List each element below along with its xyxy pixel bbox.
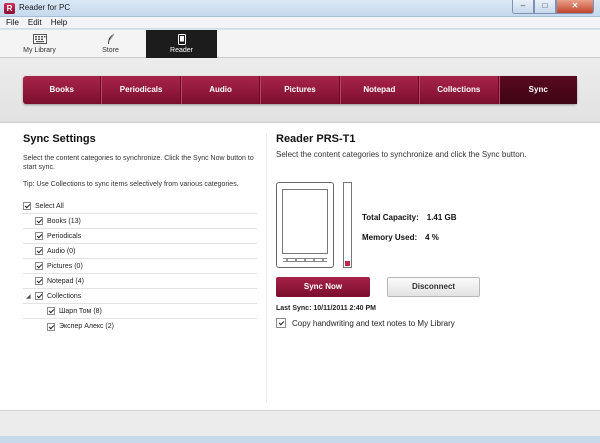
periodicals-checkbox[interactable] [35, 232, 43, 240]
list-item-audio[interactable]: Audio (0) [23, 244, 257, 259]
last-sync-time: Last Sync: 10/11/2011 2:40 PM [276, 305, 377, 312]
main-content: Books Periodicals Audio Pictures Notepad… [0, 58, 600, 410]
status-bar [0, 410, 600, 436]
collections-checkbox[interactable] [35, 292, 43, 300]
memory-usage-fill [345, 260, 350, 266]
list-item-collections[interactable]: ◢ Collections [23, 289, 257, 304]
copy-notes-option[interactable]: Copy handwriting and text notes to My Li… [276, 318, 455, 328]
category-band: Books Periodicals Audio Pictures Notepad… [0, 58, 600, 123]
total-capacity-value: 1.41 GB [426, 213, 457, 222]
tab-reader-label: Reader [170, 47, 193, 54]
menu-edit[interactable]: Edit [28, 18, 42, 27]
tab-reader[interactable]: Reader [146, 30, 217, 58]
list-item-select-all[interactable]: Select All [23, 199, 257, 214]
category-pictures[interactable]: Pictures [260, 76, 340, 104]
category-bar: Books Periodicals Audio Pictures Notepad… [23, 76, 577, 104]
audio-checkbox[interactable] [35, 247, 43, 255]
store-feather-icon [75, 34, 146, 45]
menu-bar: File Edit Help [0, 17, 600, 29]
library-keyboard-icon [4, 34, 75, 45]
copy-notes-label: Copy handwriting and text notes to My Li… [292, 318, 455, 328]
panel-divider [266, 133, 267, 403]
device-screen [282, 189, 328, 254]
sync-settings-description: Select the content categories to synchro… [23, 155, 254, 171]
reader-device-image [276, 182, 334, 268]
sync-category-list: Select All Books (13) Periodicals Audio … [23, 199, 257, 334]
device-name: Reader PRS-T1 [276, 133, 356, 145]
category-books[interactable]: Books [23, 76, 102, 104]
notepad-checkbox[interactable] [35, 277, 43, 285]
disconnect-button[interactable]: Disconnect [387, 277, 480, 297]
memory-usage-bar [343, 182, 352, 268]
memory-used: Memory Used: 4 % [362, 233, 439, 242]
sync-settings-panel: Sync Settings Select the content categor… [23, 133, 257, 334]
title-bar: R Reader for PC – □ ✕ [0, 0, 600, 17]
menu-file[interactable]: File [6, 18, 19, 27]
top-nav: My Library Store Reader [0, 30, 600, 58]
select-all-checkbox[interactable] [23, 202, 31, 210]
device-panel: Reader PRS-T1 Select the content categor… [276, 133, 576, 328]
pictures-checkbox[interactable] [35, 262, 43, 270]
list-item-pictures[interactable]: Pictures (0) [23, 259, 257, 274]
window-controls: – □ ✕ [512, 0, 594, 14]
memory-used-label: Memory Used: [362, 233, 418, 242]
device-instruction: Select the content categories to synchro… [276, 150, 527, 159]
list-item-collection-expert[interactable]: Экспер Алекс (2) [23, 319, 257, 334]
reader-device-icon [146, 34, 217, 45]
list-item-periodicals[interactable]: Periodicals [23, 229, 257, 244]
pictures-label: Pictures (0) [47, 262, 83, 270]
expand-triangle-icon[interactable]: ◢ [26, 293, 31, 300]
category-notepad[interactable]: Notepad [339, 76, 420, 104]
select-all-label: Select All [35, 202, 64, 210]
copy-notes-checkbox[interactable] [276, 318, 286, 328]
collection-sharp-checkbox[interactable] [47, 307, 55, 315]
collection-sharp-label: Шарп Том (8) [59, 307, 102, 315]
sync-settings-tip: Tip: Use Collections to sync items selec… [23, 181, 239, 188]
category-collections[interactable]: Collections [419, 76, 499, 104]
close-button[interactable]: ✕ [556, 0, 594, 14]
device-buttons [283, 258, 327, 262]
total-capacity-label: Total Capacity: [362, 213, 419, 222]
category-sync[interactable]: Sync [498, 76, 577, 104]
tab-store-label: Store [102, 47, 119, 54]
periodicals-label: Periodicals [47, 232, 82, 240]
audio-label: Audio (0) [47, 247, 76, 255]
sync-settings-title: Sync Settings [23, 133, 96, 145]
category-periodicals[interactable]: Periodicals [101, 76, 181, 104]
window-bottom-edge [0, 436, 600, 443]
total-capacity: Total Capacity: 1.41 GB [362, 213, 457, 222]
books-checkbox[interactable] [35, 217, 43, 225]
menu-help[interactable]: Help [51, 18, 67, 27]
app-icon: R [4, 3, 15, 14]
collections-label: Collections [47, 292, 82, 300]
collection-expert-label: Экспер Алекс (2) [59, 323, 114, 330]
sync-now-button[interactable]: Sync Now [276, 277, 370, 297]
window-title: Reader for PC [19, 3, 71, 12]
books-label: Books (13) [47, 217, 81, 225]
maximize-button[interactable]: □ [534, 0, 556, 14]
tab-my-library-label: My Library [23, 47, 56, 54]
memory-used-value: 4 % [425, 233, 439, 242]
list-item-books[interactable]: Books (13) [23, 214, 257, 229]
list-item-collection-sharp[interactable]: Шарп Том (8) [23, 304, 257, 319]
list-item-notepad[interactable]: Notepad (4) [23, 274, 257, 289]
tab-my-library[interactable]: My Library [4, 30, 75, 58]
tab-store[interactable]: Store [75, 30, 146, 58]
category-audio[interactable]: Audio [180, 76, 261, 104]
notepad-label: Notepad (4) [47, 277, 84, 285]
minimize-button[interactable]: – [512, 0, 534, 14]
collection-expert-checkbox[interactable] [47, 322, 55, 331]
